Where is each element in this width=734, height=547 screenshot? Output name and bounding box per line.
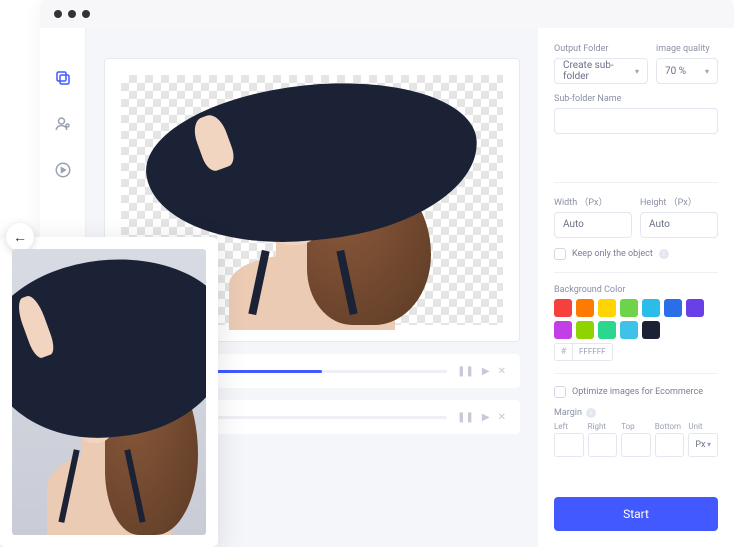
window-dot[interactable] [82, 10, 90, 18]
color-swatch[interactable] [620, 321, 638, 339]
back-button[interactable]: ← [6, 223, 34, 251]
chevron-down-icon: ▾ [707, 440, 711, 449]
hex-input[interactable]: #FFFFFF [554, 343, 613, 361]
close-icon[interactable]: ✕ [498, 412, 506, 423]
color-swatch[interactable] [598, 321, 616, 339]
color-swatch[interactable] [664, 299, 682, 317]
margin-right-input[interactable] [588, 433, 618, 457]
margin-left-input[interactable] [554, 433, 584, 457]
play-icon[interactable]: ▶ [482, 412, 490, 423]
output-folder-select[interactable]: Create sub-folder▾ [554, 58, 648, 84]
chevron-down-icon: ▾ [705, 67, 709, 76]
start-button[interactable]: Start [554, 497, 718, 531]
bgcolor-label: Background Color [554, 285, 718, 295]
cutout-subject [182, 75, 442, 325]
color-swatch[interactable] [642, 299, 660, 317]
height-input[interactable]: Auto [640, 212, 718, 238]
keep-only-checkbox[interactable]: Keep only the object i [554, 248, 718, 260]
image-quality-label: image quality [656, 44, 718, 54]
checkbox-icon [554, 386, 566, 398]
chevron-down-icon: ▾ [635, 67, 639, 76]
info-icon[interactable]: i [659, 249, 669, 259]
color-swatch[interactable] [686, 299, 704, 317]
original-preview-card: ← [0, 237, 218, 547]
image-quality-select[interactable]: 70 %▾ [656, 58, 718, 84]
layers-icon[interactable] [53, 68, 73, 88]
color-swatch[interactable] [620, 299, 638, 317]
width-input[interactable]: Auto [554, 212, 632, 238]
info-icon[interactable]: i [586, 408, 596, 418]
margin-label: Margin [554, 408, 582, 418]
subfolder-label: Sub-folder Name [554, 94, 718, 104]
play-circle-icon[interactable] [53, 160, 73, 180]
color-swatch[interactable] [598, 299, 616, 317]
window-dot[interactable] [68, 10, 76, 18]
color-swatch[interactable] [554, 321, 572, 339]
optimize-checkbox[interactable]: Optimize images for Ecommerce [554, 386, 718, 398]
titlebar [40, 0, 734, 28]
output-folder-label: Output Folder [554, 44, 648, 54]
height-label: Height （Px） [640, 195, 718, 208]
settings-panel: Output Folder Create sub-folder▾ image q… [538, 28, 734, 547]
color-swatches: #FFFFFF [554, 299, 718, 361]
window-dot[interactable] [54, 10, 62, 18]
close-icon[interactable]: ✕ [498, 366, 506, 377]
play-icon[interactable]: ▶ [482, 366, 490, 377]
user-icon[interactable] [53, 114, 73, 134]
color-swatch[interactable] [576, 299, 594, 317]
pause-icon[interactable]: ❚❚ [457, 366, 474, 377]
margin-bottom-input[interactable] [655, 433, 685, 457]
width-label: Width （Px） [554, 195, 632, 208]
checkbox-icon [554, 248, 566, 260]
margin-unit-select[interactable]: Px▾ [688, 433, 718, 457]
color-swatch[interactable] [554, 299, 572, 317]
color-swatch[interactable] [576, 321, 594, 339]
color-swatch[interactable] [642, 321, 660, 339]
subfolder-input[interactable] [554, 108, 718, 134]
pause-icon[interactable]: ❚❚ [457, 412, 474, 423]
original-image [12, 249, 206, 535]
margin-top-input[interactable] [621, 433, 651, 457]
